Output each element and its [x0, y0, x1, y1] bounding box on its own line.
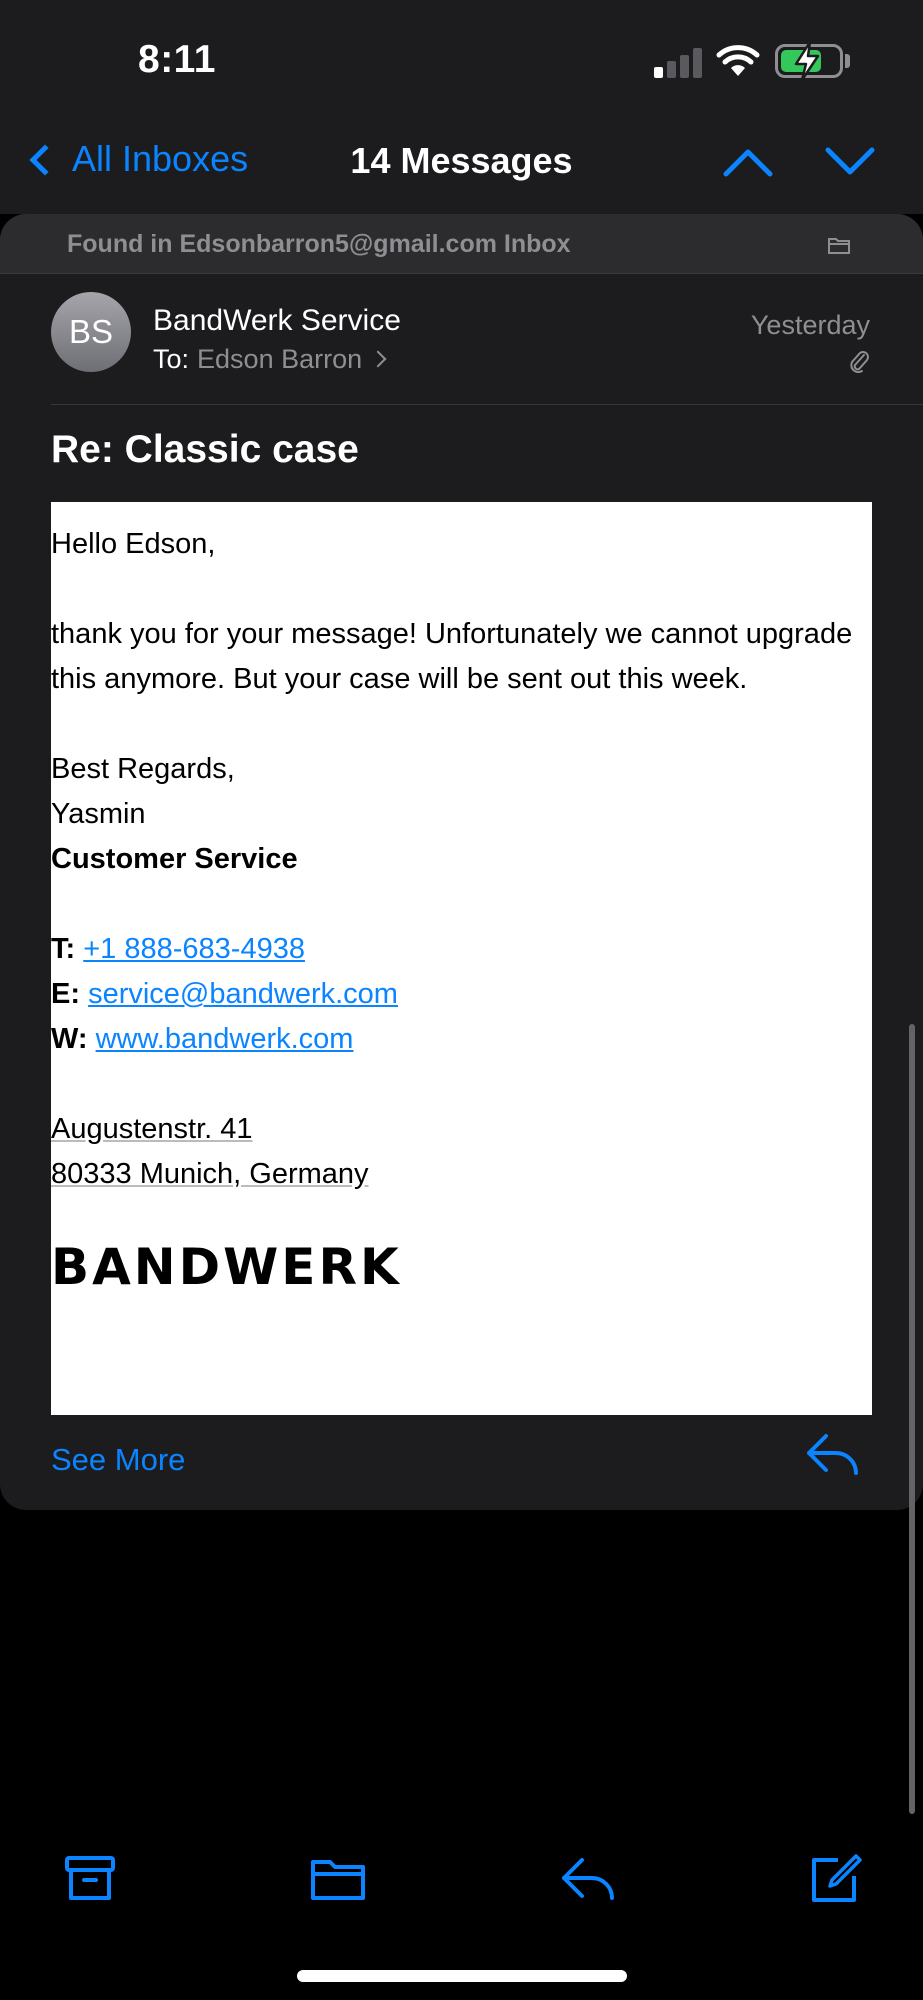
chevron-right-icon [369, 350, 387, 368]
home-indicator[interactable] [297, 1970, 627, 1982]
closing: Best Regards, [51, 753, 235, 785]
divider [51, 404, 923, 405]
compose-icon[interactable] [808, 1852, 864, 1904]
phone-link[interactable]: +1 888-683-4938 [83, 933, 305, 965]
found-in-banner[interactable]: Found in Edsonbarron5@gmail.com Inbox [0, 214, 923, 274]
address-line-1[interactable]: Augustenstr. 41 [51, 1113, 253, 1145]
phone-label: T: [51, 933, 76, 965]
message-date: Yesterday [750, 310, 870, 340]
battery-tip [845, 54, 850, 68]
address-line-2[interactable]: 80333 Munich, Germany [51, 1158, 369, 1190]
see-more-button[interactable]: See More [51, 1442, 185, 1478]
page-title: 14 Messages [350, 140, 573, 181]
charging-bolt-icon [794, 40, 820, 82]
bandwerk-logo: BANDWERK [51, 1238, 402, 1296]
recipient-name: Edson Barron [197, 344, 363, 374]
signature-role: Customer Service [51, 843, 298, 875]
to-label: To: [153, 344, 190, 374]
email-body: Hello Edson, thank you for your message!… [51, 502, 872, 1415]
wifi-icon [716, 45, 760, 76]
signal-icon [654, 48, 704, 78]
sender-name[interactable]: BandWerk Service [153, 304, 401, 338]
avatar[interactable]: BS [51, 292, 131, 372]
archive-icon[interactable] [62, 1852, 118, 1904]
body-paragraph: thank you for your message! Unfortunatel… [51, 618, 853, 695]
folder-icon[interactable] [310, 1852, 366, 1904]
reply-icon[interactable] [560, 1852, 616, 1904]
message-subject: Re: Classic case [51, 428, 359, 471]
attachment-icon [850, 351, 869, 374]
recipient-line[interactable]: To: Edson Barron [153, 344, 387, 375]
next-message-button[interactable] [822, 140, 878, 184]
scrollbar[interactable] [909, 1024, 915, 1814]
found-in-text: Found in Edsonbarron5@gmail.com Inbox [67, 230, 571, 258]
email-label: E: [51, 978, 80, 1010]
email-link[interactable]: service@bandwerk.com [88, 978, 398, 1010]
website-link[interactable]: www.bandwerk.com [96, 1023, 354, 1055]
previous-message-button[interactable] [720, 140, 776, 184]
web-label: W: [51, 1023, 88, 1055]
signature-name: Yasmin [51, 798, 146, 830]
greeting: Hello Edson, [51, 528, 216, 560]
reply-icon[interactable] [806, 1432, 860, 1478]
folder-icon [828, 238, 850, 254]
message-card: Found in Edsonbarron5@gmail.com Inbox BS… [0, 214, 923, 1510]
status-time: 8:11 [138, 38, 216, 81]
